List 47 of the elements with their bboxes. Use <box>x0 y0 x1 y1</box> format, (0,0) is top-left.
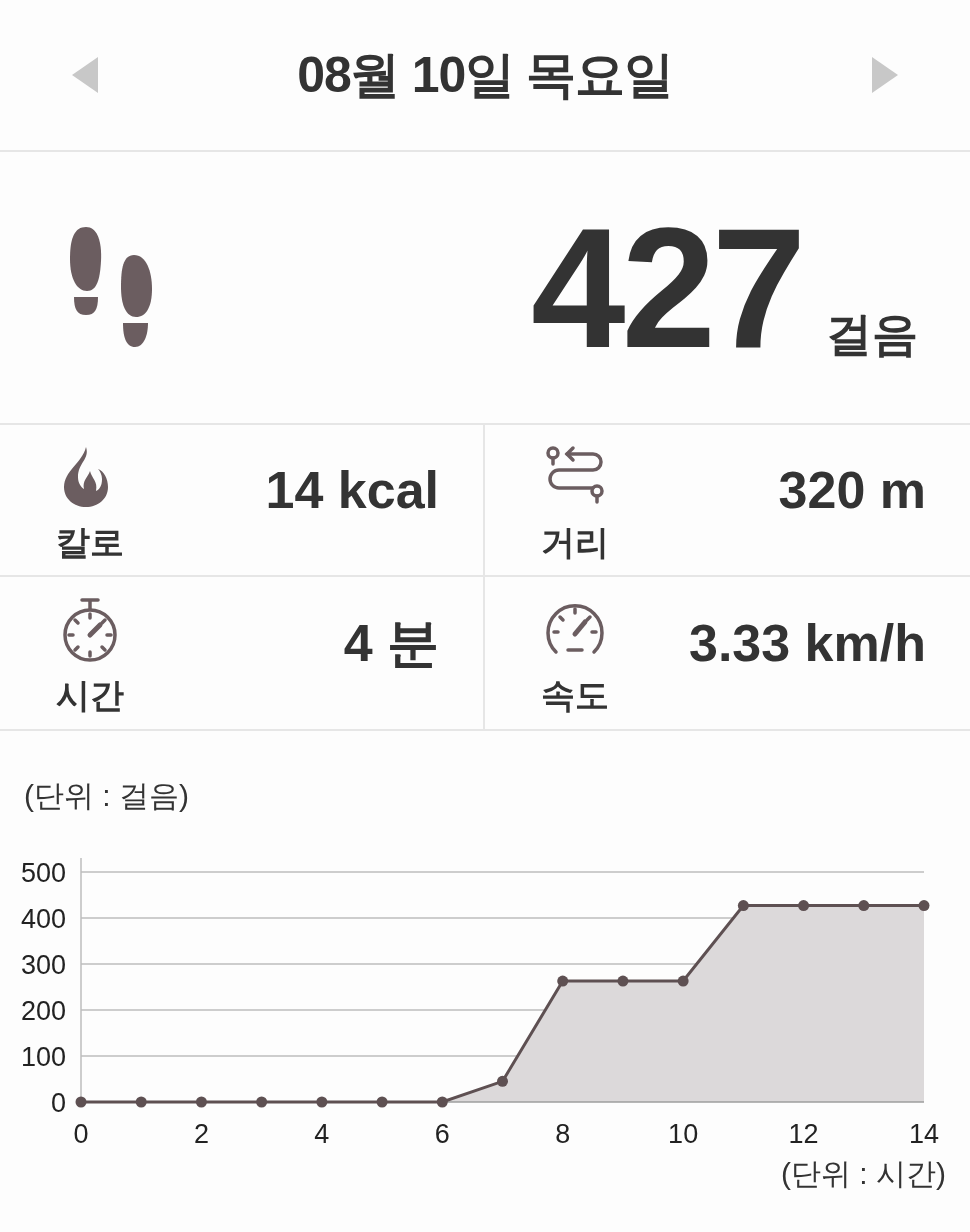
data-point <box>617 975 629 987</box>
data-point <box>436 1096 448 1108</box>
stat-value: 3.33 km/h <box>688 613 926 674</box>
stat-label: 속도 <box>541 674 609 716</box>
data-point <box>737 900 749 912</box>
x-tick-label: 14 <box>909 1119 939 1149</box>
next-day-button[interactable] <box>870 55 900 95</box>
data-point <box>557 975 569 987</box>
y-tick-label: 200 <box>20 996 66 1026</box>
y-tick-label: 400 <box>20 904 66 934</box>
y-tick-label: 0 <box>50 1088 66 1118</box>
data-point <box>316 1096 328 1108</box>
stat-label: 거리 <box>541 521 609 563</box>
stat-value: 4 분 <box>343 613 439 674</box>
y-tick-label: 100 <box>20 1042 66 1072</box>
step-count: 427 <box>531 202 802 373</box>
y-tick-label: 500 <box>20 858 66 888</box>
left-arrow-icon <box>70 55 100 95</box>
x-tick-label: 12 <box>788 1119 819 1149</box>
stat-value: 320 m <box>778 460 926 521</box>
data-point <box>376 1096 388 1108</box>
x-tick-label: 8 <box>555 1119 571 1149</box>
data-point <box>195 1096 207 1108</box>
stat-value: 14 kcal <box>265 460 439 521</box>
x-tick-label: 4 <box>314 1119 330 1149</box>
data-point <box>256 1096 268 1108</box>
x-tick-label: 2 <box>193 1119 209 1149</box>
x-axis-unit: (단위 : 시간) <box>781 1156 946 1192</box>
stat-label: 칼로 <box>56 521 124 563</box>
x-tick-label: 6 <box>434 1119 450 1149</box>
data-point <box>798 900 810 912</box>
stat-label: 시간 <box>56 674 124 716</box>
y-axis-unit: (단위 : 걸음) <box>23 778 190 814</box>
data-point <box>918 900 930 912</box>
data-point <box>497 1075 508 1087</box>
date-title: 08월 10일 목요일 <box>297 45 673 105</box>
data-point <box>858 900 870 912</box>
y-tick-label: 300 <box>20 950 66 980</box>
right-arrow-icon <box>870 55 900 95</box>
step-unit: 걸음 <box>826 306 918 362</box>
x-tick-label: 10 <box>668 1119 699 1149</box>
data-point <box>75 1096 87 1108</box>
x-tick-label: 0 <box>73 1119 89 1149</box>
stopwatch-icon <box>60 596 120 663</box>
data-point <box>135 1096 147 1108</box>
previous-day-button[interactable] <box>70 55 100 95</box>
data-point <box>677 975 689 987</box>
